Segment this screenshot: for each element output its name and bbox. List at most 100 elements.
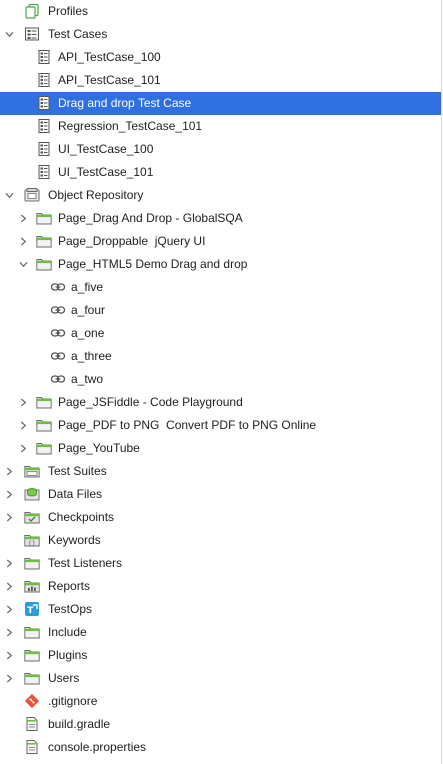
tree-item-drag-and-drop-test-case[interactable]: Drag and drop Test Case [0,92,441,115]
folder-icon [36,256,52,272]
folder-icon [24,670,40,686]
chevron-right-icon[interactable] [4,558,14,568]
link-icon [50,302,66,318]
tree-item-profiles[interactable]: Profiles [0,0,441,23]
tree-item-label: TestOps [48,602,93,616]
tree-item-label: Keywords [48,533,101,547]
tree-item-label: Regression_TestCase_101 [58,119,203,133]
test-case-icon [36,118,52,134]
chevron-right-icon[interactable] [18,213,28,223]
tree-item-label: a_four [71,303,106,317]
chevron-right-icon[interactable] [4,627,14,637]
tree-item-label: Page_Drag And Drop - GlobalSQA [58,211,243,225]
tree-item-reports[interactable]: Reports [0,575,441,598]
tree-item-label: Test Cases [48,27,108,41]
chevron-right-icon[interactable] [4,489,14,499]
tree-item-checkpoints[interactable]: Checkpoints [0,506,441,529]
tree-item-ui-testcase-101[interactable]: UI_TestCase_101 [0,161,441,184]
chevron-right-icon[interactable] [4,466,14,476]
tree-item-label: console.properties [48,740,147,754]
tree-item-test-cases[interactable]: Test Cases [0,23,441,46]
tree-item-label: Page_YouTube [58,441,140,455]
tree-item-test-suites[interactable]: Test Suites [0,460,441,483]
folder-icon [36,394,52,410]
chevron-right-icon[interactable] [18,397,28,407]
tree-item-label: Test Suites [48,464,107,478]
folder-icon [36,440,52,456]
tree-item-label: Reports [48,579,91,593]
tree-item-a-one[interactable]: a_one [0,322,441,345]
tree-item-label: Drag and drop Test Case [58,96,192,110]
chevron-right-icon[interactable] [4,581,14,591]
tree-item-label: Test Listeners [48,556,123,570]
tree-item-api-testcase-100[interactable]: API_TestCase_100 [0,46,441,69]
tree-item-label: Page_Droppable jQuery UI [58,234,206,248]
tree-item-a-three[interactable]: a_three [0,345,441,368]
tree-item-a-four[interactable]: a_four [0,299,441,322]
folder-icon [24,647,40,663]
chevron-down-icon[interactable] [4,29,14,39]
tree-item-include[interactable]: Include [0,621,441,644]
tree-item-page-youtube[interactable]: Page_YouTube [0,437,441,460]
svg-text:{}: {} [28,540,36,547]
tree-item-label: Data Files [48,487,103,501]
tree-item-label: API_TestCase_101 [58,73,161,87]
tree-item-label: API_TestCase_100 [58,50,161,64]
chevron-right-icon[interactable] [18,420,28,430]
tree-item-gitignore[interactable]: .gitignore [0,690,441,713]
test-cases-folder-icon [24,26,40,42]
tree-item-label: Page_PDF to PNG Convert PDF to PNG Onlin… [58,418,317,432]
tree-item-label: Profiles [48,4,89,18]
tree-item-label: UI_TestCase_101 [58,165,154,179]
chevron-right-icon[interactable] [18,443,28,453]
tree-item-a-two[interactable]: a_two [0,368,441,391]
chevron-right-icon[interactable] [4,604,14,614]
tree-item-label: Include [48,625,87,639]
git-icon [24,693,40,709]
folder-icon [24,555,40,571]
tree-item-page-pdf-to-png-convert-pdf-to-png-online[interactable]: Page_PDF to PNG Convert PDF to PNG Onlin… [0,414,441,437]
test-suites-icon [24,463,40,479]
tree-item-object-repository[interactable]: Object Repository [0,184,441,207]
tree-item-plugins[interactable]: Plugins [0,644,441,667]
chevron-right-icon[interactable] [4,650,14,660]
chevron-right-icon[interactable] [18,236,28,246]
project-explorer-tree: Profiles Test Cases API_TestCase_100 API_Te… [0,0,442,764]
folder-icon [24,624,40,640]
tree-item-keywords[interactable]: {} Keywords [0,529,441,552]
svg-text:T: T [27,606,34,616]
tree-item-ui-testcase-100[interactable]: UI_TestCase_100 [0,138,441,161]
checkpoints-icon [24,509,40,525]
tree-item-page-html5-demo-drag-and-drop[interactable]: Page_HTML5 Demo Drag and drop [0,253,441,276]
tree-item-page-droppable-jquery-ui[interactable]: Page_Droppable jQuery UI [0,230,441,253]
chevron-right-icon[interactable] [4,512,14,522]
tree-item-build-gradle[interactable]: build.gradle [0,713,441,736]
tree-item-a-five[interactable]: a_five [0,276,441,299]
tree-item-page-jsfiddle-code-playground[interactable]: Page_JSFiddle - Code Playground [0,391,441,414]
tree-item-label: Checkpoints [48,510,115,524]
tree-item-label: a_five [71,280,104,294]
tree-item-label: a_three [71,349,112,363]
file-icon [24,739,40,755]
chevron-down-icon[interactable] [18,259,28,269]
testops-icon: T [24,601,40,617]
tree-item-api-testcase-101[interactable]: API_TestCase_101 [0,69,441,92]
keywords-icon: {} [24,532,40,548]
tree-item-testops[interactable]: T TestOps [0,598,441,621]
chevron-down-icon[interactable] [4,190,14,200]
tree-item-test-listeners[interactable]: Test Listeners [0,552,441,575]
profiles-icon [24,3,40,19]
test-case-icon [36,164,52,180]
tree-item-label: a_two [71,372,104,386]
tree-item-page-drag-and-drop-globalsqa[interactable]: Page_Drag And Drop - GlobalSQA [0,207,441,230]
tree-item-data-files[interactable]: Data Files [0,483,441,506]
folder-icon [36,233,52,249]
tree-item-label: UI_TestCase_100 [58,142,154,156]
chevron-right-icon[interactable] [4,673,14,683]
tree-item-console-properties[interactable]: console.properties [0,736,441,759]
tree-item-users[interactable]: Users [0,667,441,690]
tree-item-regression-testcase-101[interactable]: Regression_TestCase_101 [0,115,441,138]
link-icon [50,325,66,341]
test-case-icon [36,141,52,157]
folder-icon [36,210,52,226]
